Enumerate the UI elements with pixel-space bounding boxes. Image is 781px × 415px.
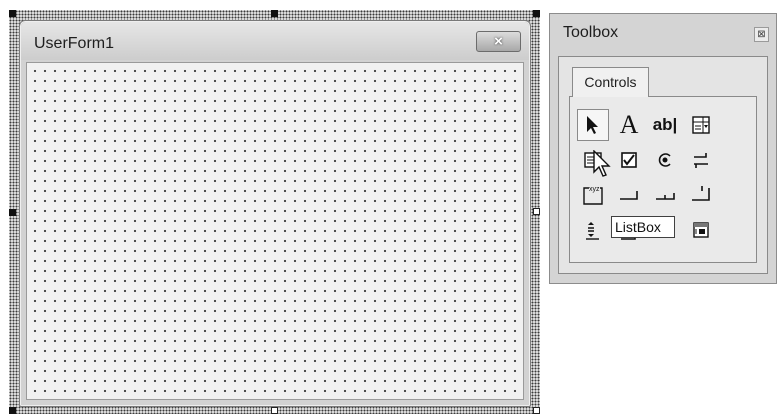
- multipage-icon: [692, 186, 710, 201]
- frame-caption: xyz: [589, 186, 600, 193]
- mouse-pointer-icon: [593, 150, 611, 177]
- tool-frame[interactable]: xyz: [577, 179, 609, 211]
- togglebutton-icon: [694, 153, 708, 168]
- tool-tabstrip[interactable]: [649, 179, 681, 211]
- commandbutton-icon: [620, 191, 638, 200]
- select-objects-icon: [587, 116, 598, 134]
- tool-select-objects[interactable]: [577, 109, 609, 141]
- userform-titlebar[interactable]: UserForm1 ×: [21, 22, 529, 60]
- toolbox-body: Controls A ab| xyz: [558, 56, 768, 274]
- tool-optionbutton[interactable]: [649, 144, 681, 176]
- toolbox-title: Toolbox: [563, 24, 619, 41]
- listbox-tooltip: ListBox: [611, 216, 675, 238]
- frame-icon: xyz: [583, 186, 603, 205]
- close-icon: ⊠: [757, 29, 766, 40]
- close-icon: ×: [494, 33, 503, 50]
- resize-handle-top-center[interactable]: [271, 10, 278, 17]
- userform-title: UserForm1: [34, 35, 115, 52]
- resize-handle-top-left[interactable]: [9, 10, 16, 17]
- tool-combobox[interactable]: [685, 109, 717, 141]
- tabstrip-icon: [656, 193, 675, 200]
- userform-design-grid[interactable]: [26, 62, 524, 400]
- userform-window[interactable]: UserForm1 ×: [19, 20, 531, 407]
- checkbox-icon: [621, 152, 637, 168]
- resize-handle-bottom-right[interactable]: [533, 407, 540, 414]
- tool-scrollbar[interactable]: [577, 214, 609, 246]
- toolbox-window[interactable]: Toolbox ⊠ Controls A ab| xyz: [549, 13, 777, 284]
- optionbutton-icon: [658, 153, 671, 167]
- resize-handle-bottom-center[interactable]: [271, 407, 278, 414]
- resize-handle-middle-left[interactable]: [9, 209, 16, 216]
- resize-handle-bottom-left[interactable]: [9, 407, 16, 414]
- tool-commandbutton[interactable]: [613, 179, 645, 211]
- toolbox-close-button[interactable]: ⊠: [754, 27, 769, 42]
- tool-checkbox[interactable]: [613, 144, 645, 176]
- userform-close-button[interactable]: ×: [476, 31, 521, 52]
- tab-controls[interactable]: Controls: [572, 67, 649, 97]
- combobox-icon: [692, 116, 710, 134]
- resize-handle-middle-right[interactable]: [533, 208, 540, 215]
- scrollbar-icon: [586, 222, 599, 240]
- tool-togglebutton[interactable]: [685, 144, 717, 176]
- tool-refedit[interactable]: [685, 214, 717, 246]
- tool-label[interactable]: A: [613, 109, 645, 141]
- label-icon: A: [619, 110, 639, 139]
- resize-handle-top-right[interactable]: [533, 10, 540, 17]
- refedit-icon: [693, 222, 709, 238]
- textbox-icon: ab|: [652, 115, 678, 134]
- tool-multipage[interactable]: [685, 179, 717, 211]
- tool-textbox[interactable]: ab|: [649, 109, 681, 141]
